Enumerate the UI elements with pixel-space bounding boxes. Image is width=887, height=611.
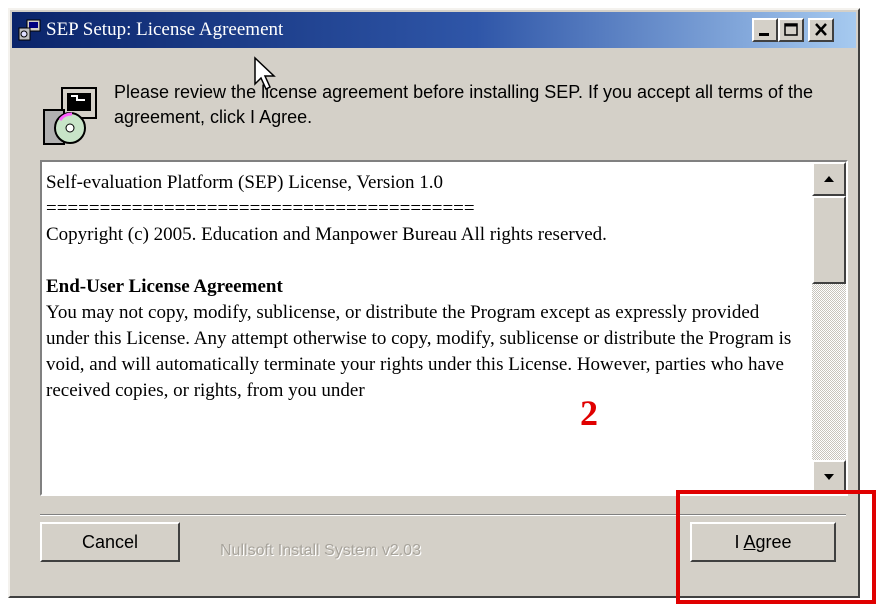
- header-description: Please review the license agreement befo…: [114, 82, 814, 127]
- maximize-icon: [784, 23, 798, 36]
- scroll-down-button[interactable]: [812, 460, 846, 494]
- title-bar[interactable]: SEP Setup: License Agreement: [12, 12, 856, 48]
- window-title: SEP Setup: License Agreement: [46, 19, 284, 40]
- close-button[interactable]: [808, 18, 834, 42]
- minimize-icon: [759, 33, 769, 36]
- license-title-line: Self-evaluation Platform (SEP) License, …: [46, 172, 443, 193]
- cancel-button[interactable]: Cancel: [40, 522, 180, 562]
- license-body-text: You may not copy, modify, sublicense, or…: [46, 302, 792, 401]
- license-section-heading: End-User License Agreement: [46, 276, 283, 297]
- maximize-button[interactable]: [778, 18, 804, 42]
- arrow-up-icon: [824, 176, 834, 182]
- installer-icon: [18, 19, 42, 41]
- vertical-scrollbar[interactable]: [812, 162, 846, 494]
- license-content: Self-evaluation Platform (SEP) License, …: [46, 170, 798, 404]
- nsis-branding: Nullsoft Install System v2.03: [220, 542, 421, 559]
- arrow-down-icon: [824, 474, 834, 480]
- close-icon: [815, 23, 827, 36]
- step-number-annotation: 2: [580, 393, 598, 433]
- minimize-button[interactable]: [752, 18, 778, 42]
- license-copyright-line: Copyright (c) 2005. Education and Manpow…: [46, 224, 607, 245]
- setup-cd-icon: [40, 82, 102, 148]
- scroll-up-button[interactable]: [812, 162, 846, 196]
- mouse-cursor-icon: [253, 56, 279, 97]
- license-text-area[interactable]: Self-evaluation Platform (SEP) License, …: [40, 160, 848, 496]
- highlight-box-annotation: [676, 490, 876, 604]
- scroll-thumb[interactable]: [812, 196, 846, 284]
- license-divider-line: ========================================: [46, 198, 475, 219]
